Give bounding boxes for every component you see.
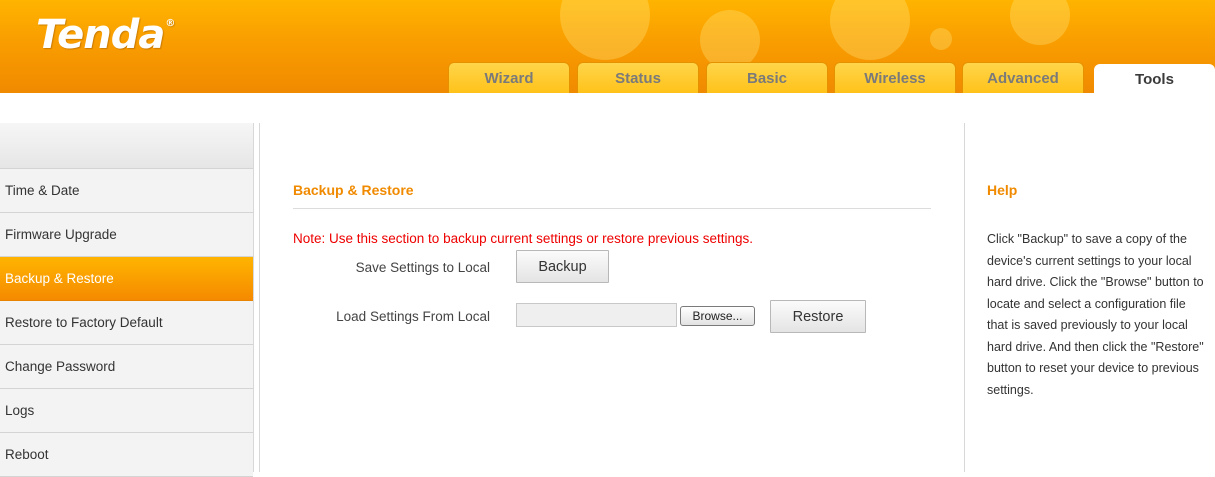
sidebar-item-reboot[interactable]: Reboot xyxy=(0,433,253,477)
top-tabs: Wizard Status Basic Wireless Advanced To… xyxy=(0,62,1215,93)
registered-mark: ® xyxy=(165,18,175,29)
tab-advanced[interactable]: Advanced xyxy=(962,62,1084,93)
header-banner: Tenda® Wizard Status Basic Wireless Adva… xyxy=(0,0,1215,93)
page-title: Backup & Restore xyxy=(293,182,414,198)
sidebar-item-time-date[interactable]: Time & Date xyxy=(0,169,253,213)
sidebar-item-change-password[interactable]: Change Password xyxy=(0,345,253,389)
file-path-input[interactable] xyxy=(516,303,677,327)
backup-button[interactable]: Backup xyxy=(516,250,609,283)
header-spacer xyxy=(0,93,1215,123)
decorative-bubble xyxy=(700,10,760,70)
sidebar-item-logs[interactable]: Logs xyxy=(0,389,253,433)
sidebar-item-backup-restore[interactable]: Backup & Restore xyxy=(0,257,253,301)
sidebar-item-factory-default[interactable]: Restore to Factory Default xyxy=(0,301,253,345)
browse-button[interactable]: Browse... xyxy=(680,306,755,326)
restore-button[interactable]: Restore xyxy=(770,300,866,333)
title-divider xyxy=(293,208,931,209)
save-settings-label: Save Settings to Local xyxy=(355,260,490,275)
help-panel: Help Click "Backup" to save a copy of th… xyxy=(965,123,1215,472)
sidebar-item-firmware-upgrade[interactable]: Firmware Upgrade xyxy=(0,213,253,257)
tab-basic[interactable]: Basic xyxy=(706,62,828,93)
logo-text: Tenda xyxy=(36,12,165,58)
tab-status[interactable]: Status xyxy=(577,62,699,93)
sidebar-header xyxy=(0,123,253,169)
tab-wizard[interactable]: Wizard xyxy=(448,62,570,93)
decorative-bubble xyxy=(930,28,952,50)
tenda-logo: Tenda® xyxy=(36,12,175,58)
load-settings-label: Load Settings From Local xyxy=(336,309,490,324)
tab-wireless[interactable]: Wireless xyxy=(834,62,956,93)
main-panel: Backup & Restore Note: Use this section … xyxy=(259,123,965,472)
decorative-bubble xyxy=(830,0,910,60)
sidebar: Time & Date Firmware Upgrade Backup & Re… xyxy=(0,123,254,477)
note-text: Note: Use this section to backup current… xyxy=(293,231,753,246)
decorative-bubble xyxy=(560,0,650,60)
help-text: Click "Backup" to save a copy of the dev… xyxy=(987,232,1204,397)
help-title: Help xyxy=(987,182,1018,198)
decorative-bubble xyxy=(1010,0,1070,45)
tab-tools[interactable]: Tools xyxy=(1094,64,1215,93)
